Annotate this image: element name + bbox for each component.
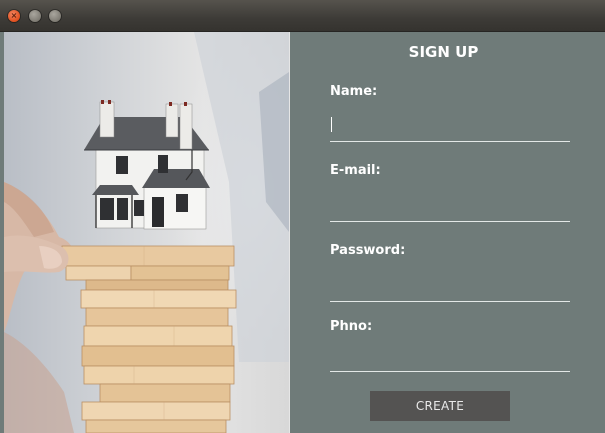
phone-input[interactable] [330,347,570,372]
email-input[interactable] [330,197,570,222]
password-label: Password: [330,243,406,258]
email-label: E-mail: [330,163,381,178]
title-bar: × [0,0,605,32]
name-label: Name: [330,84,378,99]
create-button[interactable]: CREATE [370,391,510,421]
text-cursor [331,117,332,132]
maximize-icon[interactable] [49,10,61,22]
signup-window: × SIGN UP Name: E-mail: Password: Phno: … [0,0,605,433]
form-title: SIGN UP [408,43,479,61]
close-icon[interactable]: × [8,10,20,22]
house-illustration [4,32,289,433]
password-input[interactable] [330,277,570,302]
name-input[interactable] [330,117,570,142]
house-on-blocks-image [4,32,289,433]
minimize-icon[interactable] [29,10,41,22]
phone-label: Phno: [330,319,373,334]
signup-form: SIGN UP Name: E-mail: Password: Phno: CR… [290,32,605,433]
